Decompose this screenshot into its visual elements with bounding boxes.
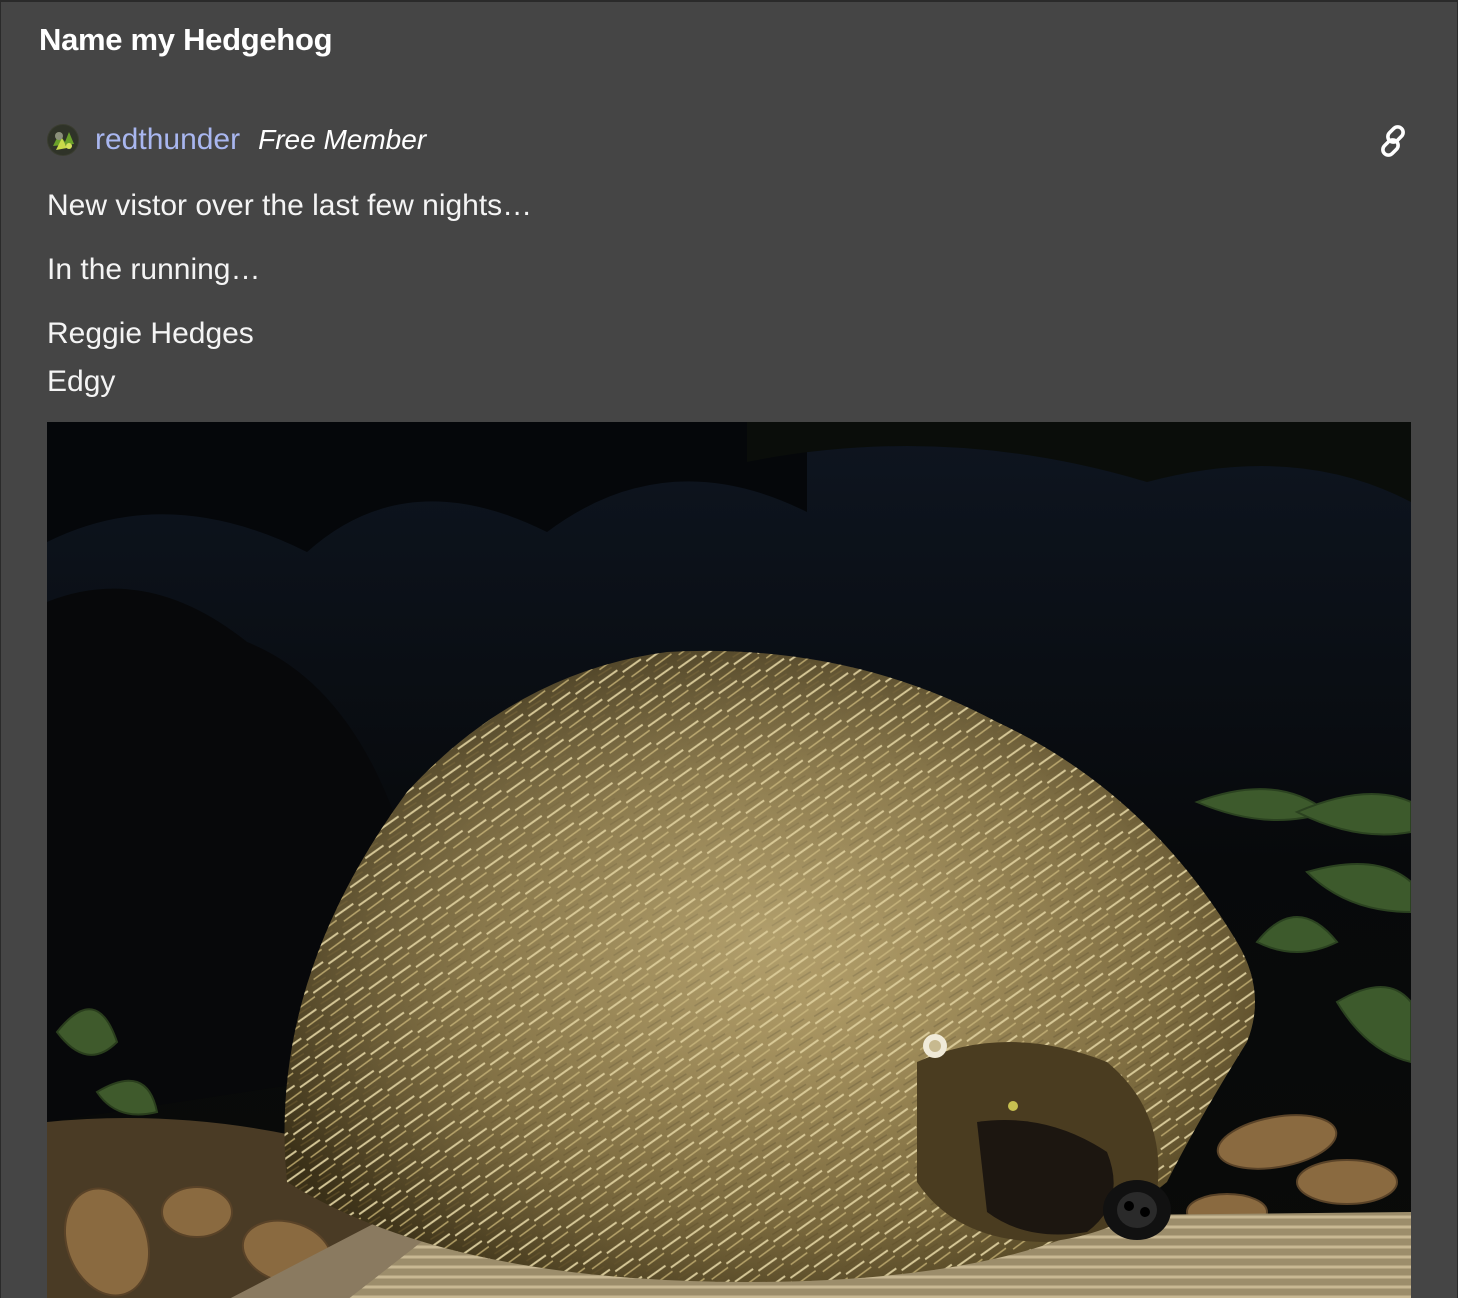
author-username-link[interactable]: redthunder (95, 123, 240, 157)
name-option: Edgy (47, 365, 116, 398)
avatar-icon (47, 124, 79, 156)
avatar[interactable] (47, 124, 79, 156)
name-option: Reggie Hedges (47, 317, 254, 350)
post-paragraph: New vistor over the last few nights… (47, 189, 533, 222)
hedgehog-image (47, 422, 1411, 1298)
link-icon (1381, 125, 1405, 157)
post-name-list: Reggie Hedges Edgy (47, 310, 254, 406)
hedgehog-photo[interactable] (47, 422, 1411, 1298)
thread-title: Name my Hedgehog (39, 22, 333, 57)
post-header: redthunder Free Member (47, 120, 426, 160)
post-paragraph: In the running… (47, 253, 261, 286)
member-type-label: Free Member (258, 124, 427, 155)
post-container: Name my Hedgehog redthunder Free Member … (0, 0, 1458, 1298)
permalink-button[interactable] (1375, 123, 1411, 159)
